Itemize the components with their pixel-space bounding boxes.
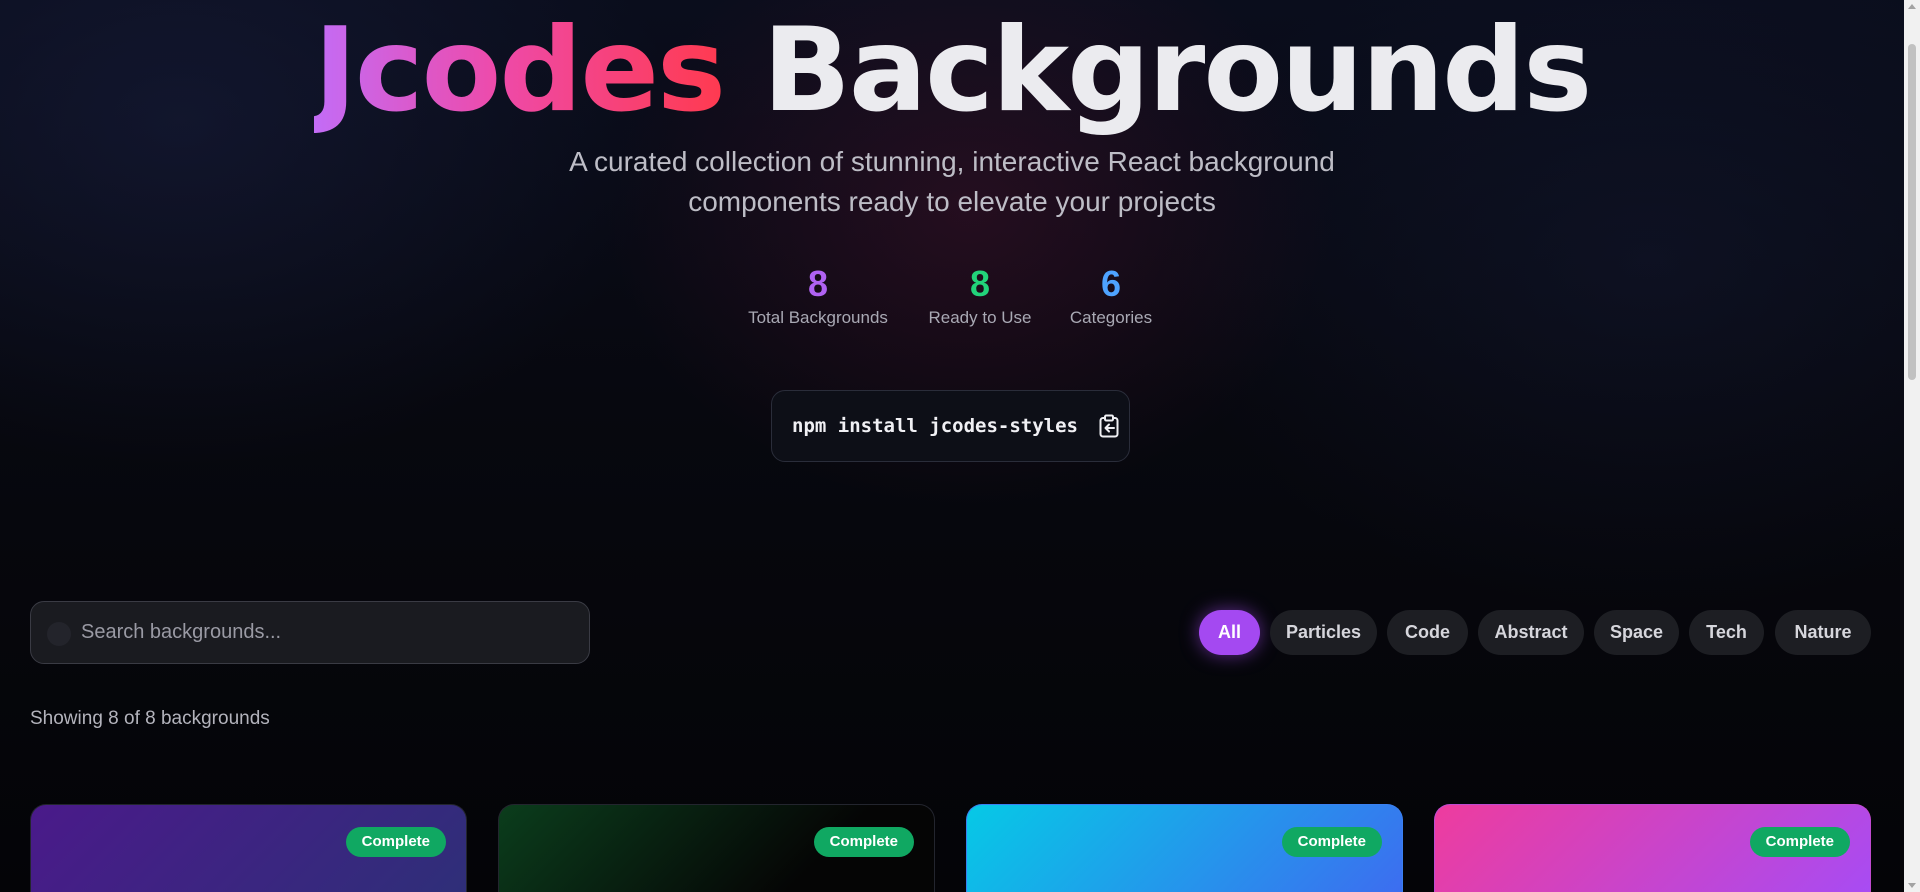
status-badge: Complete bbox=[345, 827, 446, 857]
category-filters: All Particles Code Abstract Space Tech N… bbox=[0, 610, 1904, 655]
stat-categories: 6 Categories bbox=[1068, 262, 1154, 330]
vertical-scrollbar[interactable] bbox=[1904, 0, 1920, 892]
clipboard-copy-icon[interactable] bbox=[1098, 414, 1120, 438]
background-card[interactable]: Complete bbox=[498, 804, 935, 892]
filter-chip-space[interactable]: Space bbox=[1594, 610, 1679, 655]
stat-value: 8 bbox=[969, 263, 991, 304]
background-card[interactable]: Complete bbox=[30, 804, 467, 892]
status-badge: Complete bbox=[1749, 827, 1850, 857]
filter-chip-code[interactable]: Code bbox=[1387, 610, 1468, 655]
status-badge: Complete bbox=[1281, 827, 1382, 857]
scroll-down-arrow-icon[interactable] bbox=[1908, 883, 1916, 888]
stats-row: 8 Total Backgrounds 8 Ready to Use 6 Cat… bbox=[0, 262, 1904, 332]
hero-subtitle: A curated collection of stunning, intera… bbox=[569, 146, 1335, 217]
hero-title-accent: Jcodes bbox=[313, 3, 726, 138]
filter-chip-nature[interactable]: Nature bbox=[1775, 610, 1871, 655]
stat-value: 8 bbox=[807, 263, 829, 304]
install-command-box[interactable]: npm install jcodes-styles bbox=[771, 390, 1130, 462]
filter-chip-particles[interactable]: Particles bbox=[1270, 610, 1377, 655]
scrollbar-thumb[interactable] bbox=[1908, 44, 1916, 380]
stat-ready-to-use: 8 Ready to Use bbox=[926, 262, 1034, 330]
results-count: Showing 8 of 8 backgrounds bbox=[30, 708, 270, 729]
page: Jcodes Backgrounds A curated collection … bbox=[0, 0, 1904, 892]
stat-label: Total Backgrounds bbox=[748, 308, 888, 327]
stat-label: Categories bbox=[1069, 308, 1153, 327]
stat-value: 6 bbox=[1100, 263, 1122, 304]
filter-chip-tech[interactable]: Tech bbox=[1689, 610, 1764, 655]
scroll-up-arrow-icon[interactable] bbox=[1908, 4, 1916, 9]
filter-chip-abstract[interactable]: Abstract bbox=[1478, 610, 1584, 655]
stat-label: Ready to Use bbox=[928, 308, 1032, 327]
status-badge: Complete bbox=[813, 827, 914, 857]
install-command: npm install jcodes-styles bbox=[792, 415, 1078, 437]
background-card[interactable]: Complete bbox=[966, 804, 1403, 892]
hero-title-rest: Backgrounds bbox=[762, 3, 1592, 138]
hero-title: Jcodes Backgrounds bbox=[0, 0, 1904, 144]
filter-chip-all[interactable]: All bbox=[1199, 610, 1260, 655]
background-card[interactable]: Complete bbox=[1434, 804, 1871, 892]
stat-total-backgrounds: 8 Total Backgrounds bbox=[746, 262, 890, 330]
